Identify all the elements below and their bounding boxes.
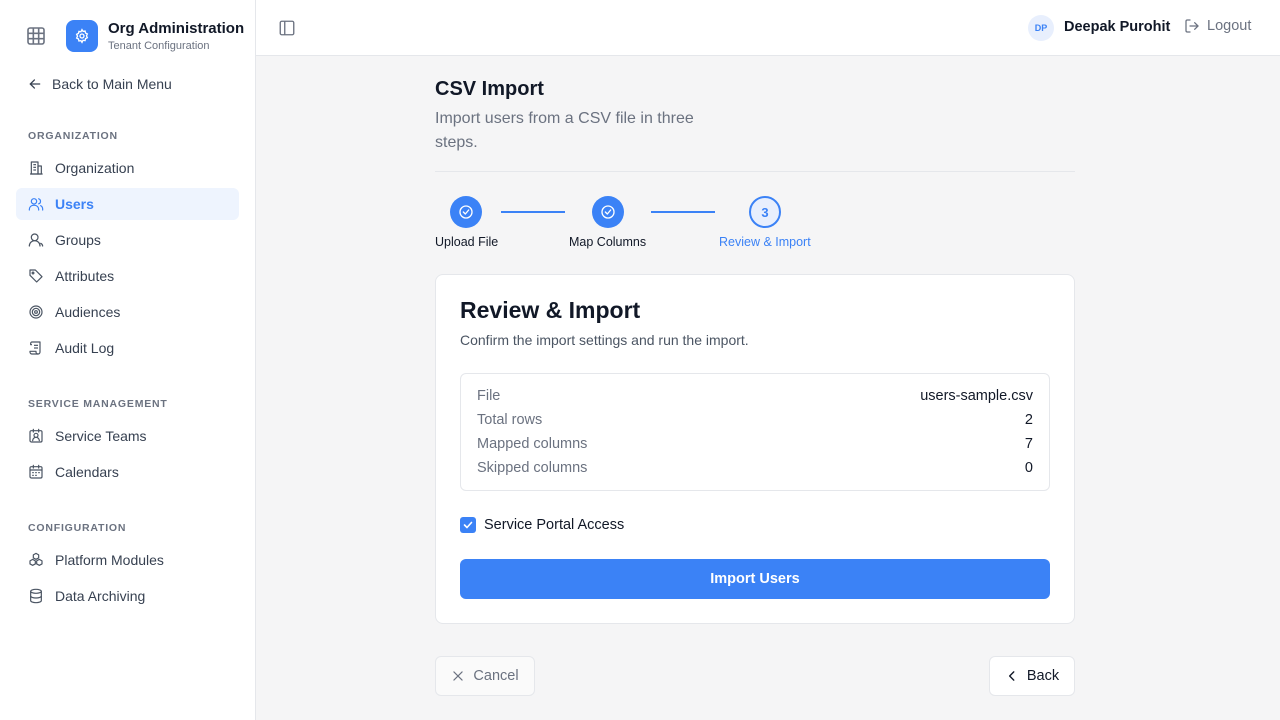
sidebar-item-calendars[interactable]: Calendars bbox=[16, 456, 239, 488]
sidebar-item-label: Service Teams bbox=[55, 428, 147, 444]
check-circle-icon bbox=[600, 204, 616, 220]
review-card: Review & Import Confirm the import setti… bbox=[435, 274, 1075, 624]
logout-button[interactable]: Logout bbox=[1184, 18, 1251, 34]
sidebar-toggle-icon[interactable] bbox=[278, 19, 296, 37]
close-icon bbox=[451, 669, 465, 683]
service-portal-access-label: Service Portal Access bbox=[484, 517, 625, 533]
summary-value: 0 bbox=[1024, 460, 1033, 476]
sidebar-item-label: Data Archiving bbox=[55, 588, 146, 604]
sidebar: Org Administration Tenant Configuration … bbox=[0, 0, 256, 720]
group-icon bbox=[28, 232, 44, 248]
brand-subtitle: Tenant Configuration bbox=[108, 40, 210, 52]
sidebar-item-label: Calendars bbox=[55, 464, 119, 480]
step-label-map-columns: Map Columns bbox=[569, 235, 647, 249]
summary-label: Skipped columns bbox=[477, 460, 588, 476]
scroll-icon bbox=[28, 340, 44, 356]
import-summary: File users-sample.csv Total rows 2 Mappe… bbox=[460, 373, 1050, 491]
summary-row-skipped-columns: Skipped columns 0 bbox=[477, 458, 1033, 478]
database-icon bbox=[28, 588, 44, 604]
import-users-button[interactable]: Import Users bbox=[460, 559, 1050, 599]
sidebar-item-label: Audit Log bbox=[55, 340, 115, 356]
sidebar-item-organization[interactable]: Organization bbox=[16, 152, 239, 184]
back-button[interactable]: Back bbox=[989, 656, 1075, 696]
app-grid-icon[interactable] bbox=[24, 24, 48, 48]
divider bbox=[435, 171, 1075, 172]
summary-value: 7 bbox=[1024, 436, 1033, 452]
sidebar-item-audit-log[interactable]: Audit Log bbox=[16, 332, 239, 364]
arrow-left-icon bbox=[28, 77, 42, 91]
summary-value: 2 bbox=[1024, 412, 1033, 428]
brand-title: Org Administration bbox=[108, 20, 245, 37]
sidebar-item-attributes[interactable]: Attributes bbox=[16, 260, 239, 292]
section-label-configuration: CONFIGURATION bbox=[28, 522, 127, 534]
step-label-review-import: Review & Import bbox=[719, 235, 811, 249]
sidebar-item-label: Organization bbox=[55, 160, 135, 176]
page-title: CSV Import bbox=[435, 78, 544, 100]
review-title: Review & Import bbox=[460, 297, 641, 323]
checkmark-icon bbox=[462, 519, 474, 531]
top-header: DP Deepak Purohit Logout bbox=[256, 0, 1280, 56]
sidebar-item-groups[interactable]: Groups bbox=[16, 224, 239, 256]
back-label: Back bbox=[1026, 668, 1060, 684]
step-3-current: 3 bbox=[749, 196, 781, 228]
sidebar-item-label: Users bbox=[55, 196, 94, 212]
avatar[interactable]: DP bbox=[1028, 15, 1054, 41]
logout-label: Logout bbox=[1207, 18, 1252, 34]
page-description: Import users from a CSV file in three st… bbox=[435, 110, 694, 151]
team-badge-icon bbox=[28, 428, 44, 444]
cancel-label: Cancel bbox=[473, 668, 519, 684]
calendar-icon bbox=[28, 464, 44, 480]
summary-label: Mapped columns bbox=[477, 436, 588, 452]
step-1-complete bbox=[450, 196, 482, 228]
summary-row-total-rows: Total rows 2 bbox=[477, 410, 1033, 430]
sidebar-item-label: Audiences bbox=[55, 304, 121, 320]
sidebar-item-label: Platform Modules bbox=[55, 552, 164, 568]
step-label-upload-file: Upload File bbox=[435, 235, 499, 249]
service-portal-access-option[interactable]: Service Portal Access bbox=[460, 517, 624, 533]
back-to-main-menu-link[interactable]: Back to Main Menu bbox=[28, 74, 172, 94]
step-connector bbox=[501, 211, 565, 213]
sidebar-item-label: Groups bbox=[55, 232, 101, 248]
sidebar-item-data-archiving[interactable]: Data Archiving bbox=[16, 580, 239, 612]
target-icon bbox=[28, 304, 44, 320]
brand-header: Org Administration Tenant Configuration bbox=[0, 0, 255, 72]
summary-label: File bbox=[477, 388, 501, 404]
sidebar-item-users[interactable]: Users bbox=[16, 188, 239, 220]
users-icon bbox=[28, 196, 44, 212]
summary-value: users-sample.csv bbox=[920, 388, 1033, 404]
chevron-left-icon bbox=[1005, 669, 1019, 683]
cancel-button[interactable]: Cancel bbox=[435, 656, 535, 696]
step-2-complete bbox=[592, 196, 624, 228]
sidebar-item-audiences[interactable]: Audiences bbox=[16, 296, 239, 328]
summary-row-mapped-columns: Mapped columns 7 bbox=[477, 434, 1033, 454]
back-to-main-menu-label: Back to Main Menu bbox=[52, 76, 172, 92]
summary-label: Total rows bbox=[477, 412, 543, 428]
logout-icon bbox=[1184, 18, 1200, 34]
step-connector bbox=[651, 211, 715, 213]
modules-icon bbox=[28, 552, 44, 568]
sidebar-item-label: Attributes bbox=[55, 268, 115, 284]
check-circle-icon bbox=[458, 204, 474, 220]
review-description: Confirm the import settings and run the … bbox=[460, 332, 749, 348]
building-icon bbox=[28, 160, 44, 176]
summary-row-file: File users-sample.csv bbox=[477, 386, 1033, 406]
sidebar-item-platform-modules[interactable]: Platform Modules bbox=[16, 544, 239, 576]
service-portal-access-checkbox[interactable] bbox=[460, 517, 476, 533]
section-label-service-management: SERVICE MANAGEMENT bbox=[28, 398, 168, 410]
gear-icon bbox=[66, 20, 98, 52]
sidebar-item-service-teams[interactable]: Service Teams bbox=[16, 420, 239, 452]
tag-icon bbox=[28, 268, 44, 284]
section-label-organization: ORGANIZATION bbox=[28, 130, 118, 142]
user-name: Deepak Purohit bbox=[1064, 19, 1171, 35]
